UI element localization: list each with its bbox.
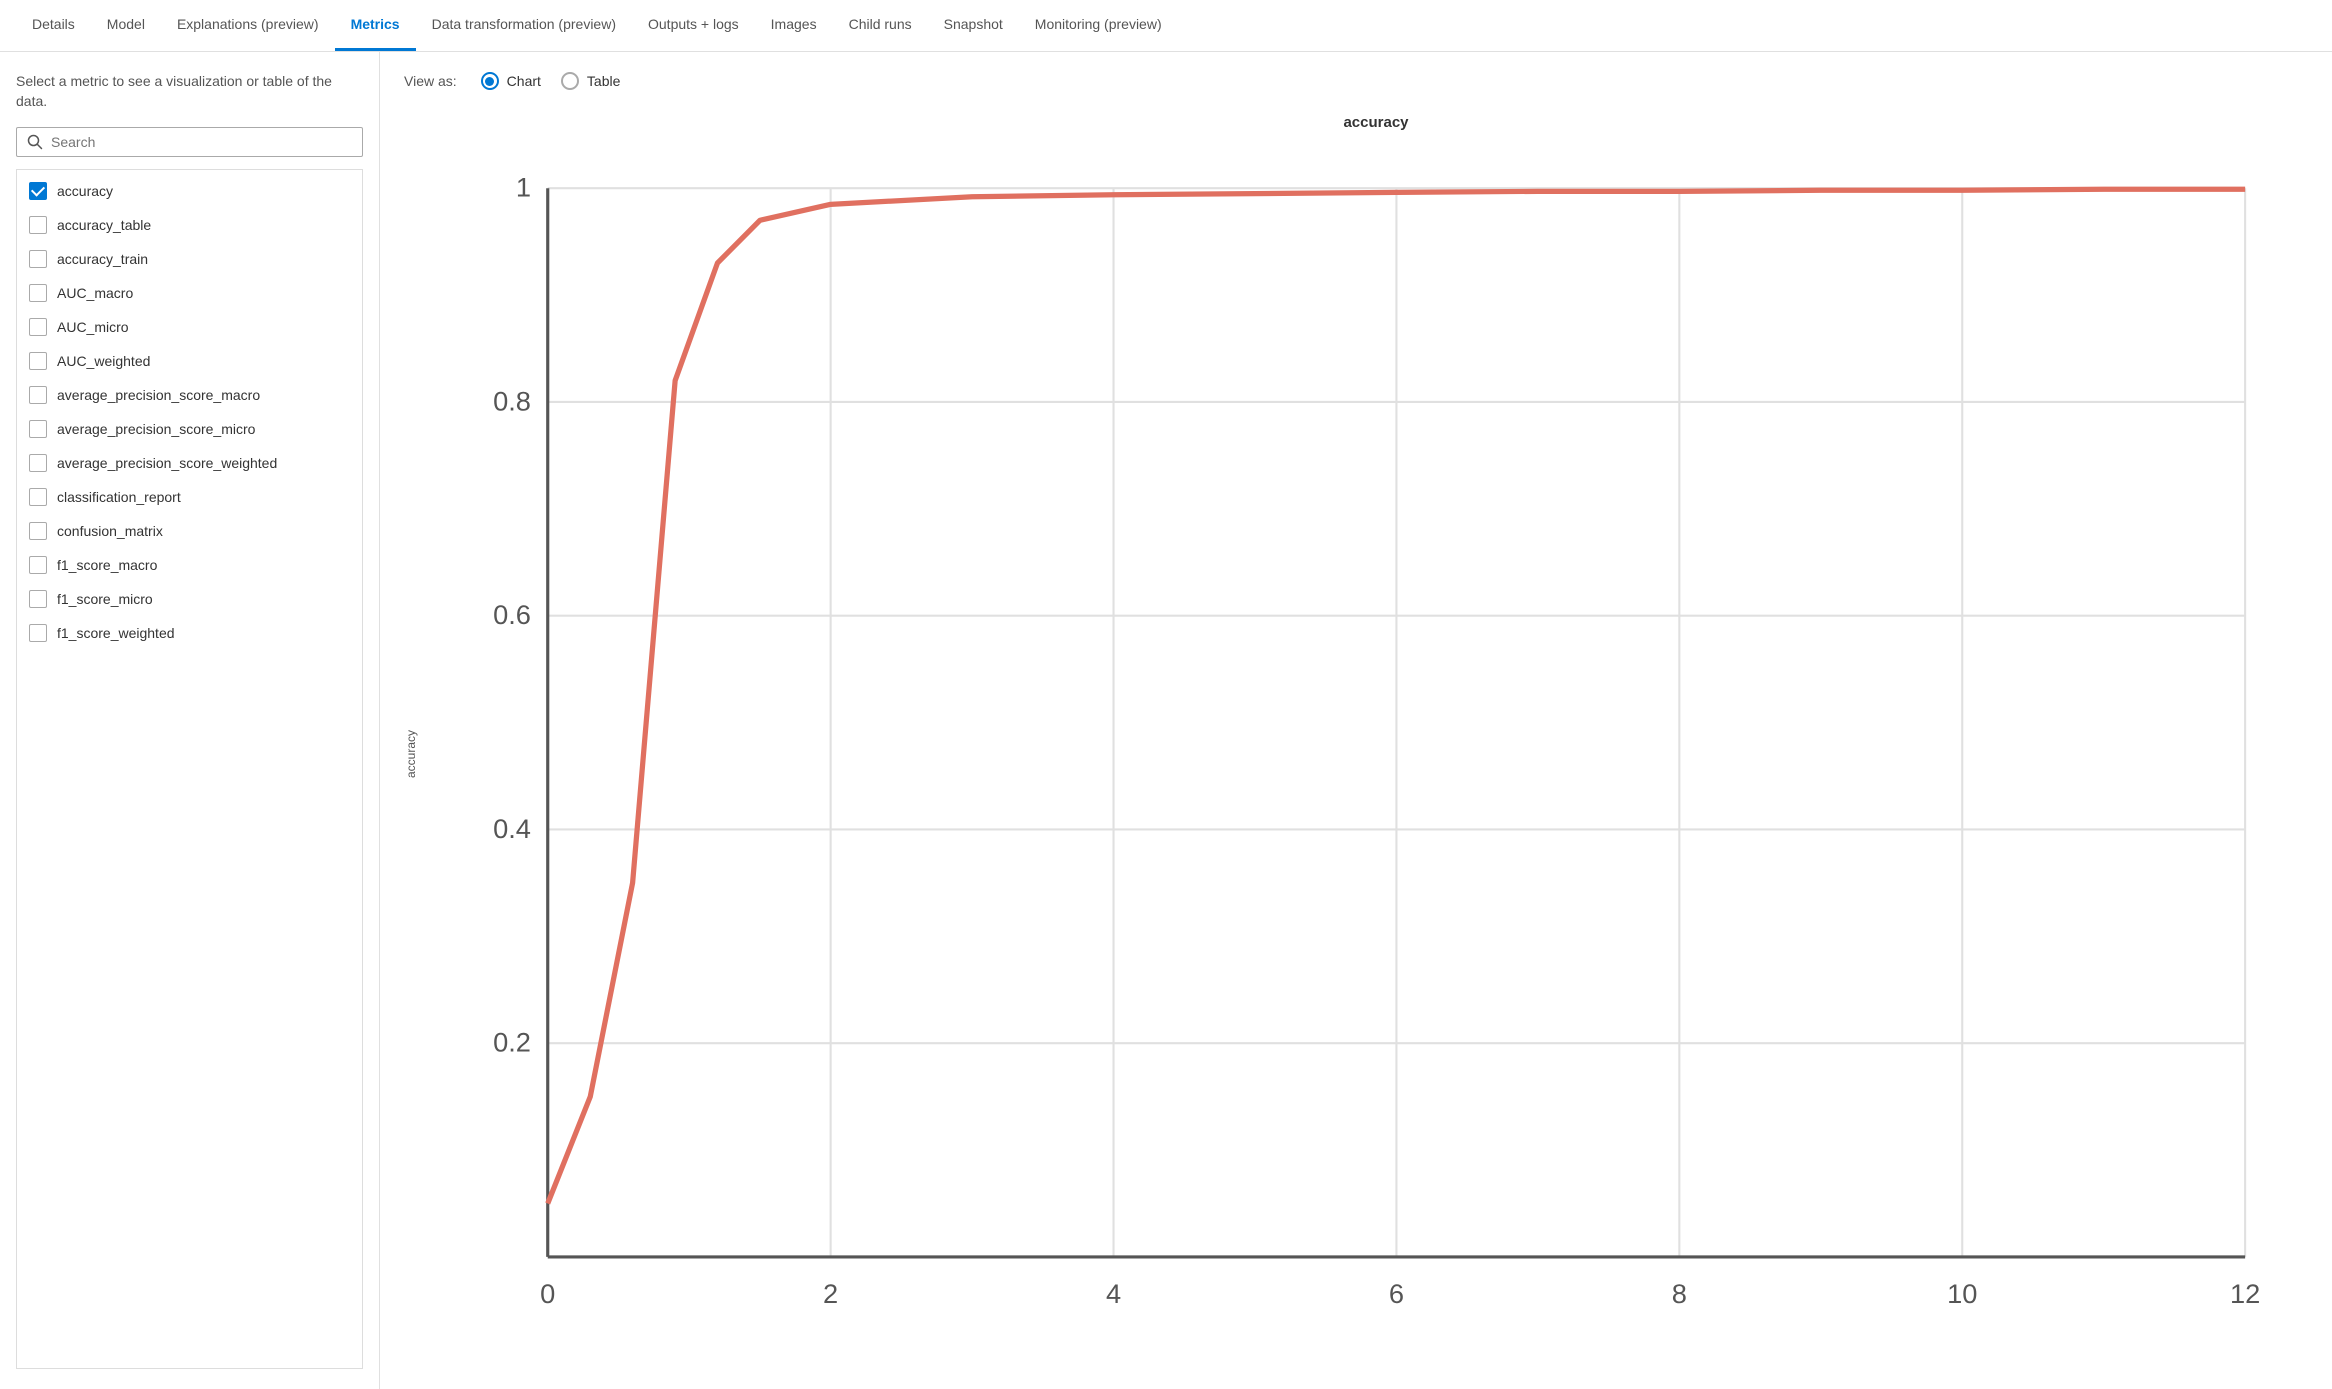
metric-label-average_precision_score_micro: average_precision_score_micro xyxy=(57,421,255,437)
radio-table[interactable]: Table xyxy=(561,72,620,90)
radio-table-label: Table xyxy=(587,73,620,89)
list-item[interactable]: AUC_macro xyxy=(17,276,362,310)
list-item[interactable]: accuracy_table xyxy=(17,208,362,242)
list-item[interactable]: average_precision_score_macro xyxy=(17,378,362,412)
metric-label-average_precision_score_weighted: average_precision_score_weighted xyxy=(57,455,277,471)
list-item[interactable]: confusion_matrix xyxy=(17,514,362,548)
list-item[interactable]: accuracy xyxy=(17,174,362,208)
metric-checkbox-f1_score_micro[interactable] xyxy=(29,590,47,608)
list-item[interactable]: average_precision_score_micro xyxy=(17,412,362,446)
tab-data-transformation[interactable]: Data transformation (preview) xyxy=(416,0,632,51)
metrics-list: accuracy accuracy_table accuracy_train AUC_… xyxy=(17,170,362,1368)
svg-text:0.2: 0.2 xyxy=(493,1027,531,1058)
metric-checkbox-average_precision_score_weighted[interactable] xyxy=(29,454,47,472)
tab-images[interactable]: Images xyxy=(755,0,833,51)
tab-child-runs[interactable]: Child runs xyxy=(833,0,928,51)
chart-container: accuracy accuracy 0.20.40.60.81024681012 xyxy=(404,114,2308,1369)
tab-explanations[interactable]: Explanations (preview) xyxy=(161,0,335,51)
metric-label-AUC_weighted: AUC_weighted xyxy=(57,353,150,369)
metric-checkbox-AUC_micro[interactable] xyxy=(29,318,47,336)
metric-label-accuracy_train: accuracy_train xyxy=(57,251,148,267)
metric-checkbox-classification_report[interactable] xyxy=(29,488,47,506)
search-input[interactable] xyxy=(51,134,352,150)
metric-checkbox-AUC_weighted[interactable] xyxy=(29,352,47,370)
sidebar-description: Select a metric to see a visualization o… xyxy=(16,72,363,111)
tab-model[interactable]: Model xyxy=(91,0,161,51)
metric-label-f1_score_weighted: f1_score_weighted xyxy=(57,625,175,641)
svg-text:2: 2 xyxy=(823,1278,838,1309)
tab-metrics[interactable]: Metrics xyxy=(335,0,416,51)
list-item[interactable]: average_precision_score_weighted xyxy=(17,446,362,480)
metric-label-average_precision_score_macro: average_precision_score_macro xyxy=(57,387,260,403)
metric-label-AUC_macro: AUC_macro xyxy=(57,285,133,301)
radio-chart-label: Chart xyxy=(507,73,541,89)
list-item[interactable]: AUC_micro xyxy=(17,310,362,344)
radio-chart-circle xyxy=(481,72,499,90)
radio-chart[interactable]: Chart xyxy=(481,72,541,90)
content-area: View as: Chart Table accuracy accuracy xyxy=(380,52,2332,1389)
sidebar: Select a metric to see a visualization o… xyxy=(0,52,380,1389)
metric-checkbox-AUC_macro[interactable] xyxy=(29,284,47,302)
list-item[interactable]: f1_score_micro xyxy=(17,582,362,616)
svg-text:8: 8 xyxy=(1672,1278,1687,1309)
radio-table-circle xyxy=(561,72,579,90)
tab-monitoring[interactable]: Monitoring (preview) xyxy=(1019,0,1178,51)
svg-text:4: 4 xyxy=(1106,1278,1121,1309)
metric-label-f1_score_micro: f1_score_micro xyxy=(57,591,153,607)
chart-title: accuracy xyxy=(444,114,2308,131)
list-item[interactable]: f1_score_weighted xyxy=(17,616,362,650)
list-item[interactable]: accuracy_train xyxy=(17,242,362,276)
svg-text:12: 12 xyxy=(2230,1278,2260,1309)
metric-checkbox-f1_score_weighted[interactable] xyxy=(29,624,47,642)
metric-label-accuracy: accuracy xyxy=(57,183,113,199)
tab-snapshot[interactable]: Snapshot xyxy=(928,0,1019,51)
svg-text:6: 6 xyxy=(1389,1278,1404,1309)
view-as-label: View as: xyxy=(404,73,457,89)
metrics-list-container: accuracy accuracy_table accuracy_train AUC_… xyxy=(16,169,363,1369)
metric-checkbox-f1_score_macro[interactable] xyxy=(29,556,47,574)
chart-area: accuracy 0.20.40.60.81024681012 xyxy=(404,139,2308,1369)
svg-text:0.8: 0.8 xyxy=(493,385,531,416)
metric-checkbox-accuracy[interactable] xyxy=(29,182,47,200)
svg-text:0.4: 0.4 xyxy=(493,813,531,844)
chart-svg-container: 0.20.40.60.81024681012 xyxy=(422,139,2308,1369)
metric-checkbox-average_precision_score_micro[interactable] xyxy=(29,420,47,438)
metric-label-accuracy_table: accuracy_table xyxy=(57,217,151,233)
svg-text:0.6: 0.6 xyxy=(493,599,531,630)
metric-checkbox-confusion_matrix[interactable] xyxy=(29,522,47,540)
search-box[interactable] xyxy=(16,127,363,157)
list-item[interactable]: AUC_weighted xyxy=(17,344,362,378)
metric-checkbox-average_precision_score_macro[interactable] xyxy=(29,386,47,404)
metric-checkbox-accuracy_table[interactable] xyxy=(29,216,47,234)
metric-label-confusion_matrix: confusion_matrix xyxy=(57,523,163,539)
svg-text:1: 1 xyxy=(516,172,531,203)
metric-label-AUC_micro: AUC_micro xyxy=(57,319,129,335)
y-axis-label: accuracy xyxy=(404,139,418,1369)
main-layout: Select a metric to see a visualization o… xyxy=(0,52,2332,1389)
top-navigation: DetailsModelExplanations (preview)Metric… xyxy=(0,0,2332,52)
svg-text:0: 0 xyxy=(540,1278,555,1309)
radio-group: Chart Table xyxy=(481,72,621,90)
accuracy-chart: 0.20.40.60.81024681012 xyxy=(422,139,2308,1369)
tab-outputs-logs[interactable]: Outputs + logs xyxy=(632,0,755,51)
svg-text:10: 10 xyxy=(1947,1278,1977,1309)
list-item[interactable]: f1_score_macro xyxy=(17,548,362,582)
metric-label-classification_report: classification_report xyxy=(57,489,181,505)
metric-checkbox-accuracy_train[interactable] xyxy=(29,250,47,268)
view-as-row: View as: Chart Table xyxy=(404,72,2308,90)
metric-label-f1_score_macro: f1_score_macro xyxy=(57,557,157,573)
list-item[interactable]: classification_report xyxy=(17,480,362,514)
search-icon xyxy=(27,134,43,150)
tab-details[interactable]: Details xyxy=(16,0,91,51)
